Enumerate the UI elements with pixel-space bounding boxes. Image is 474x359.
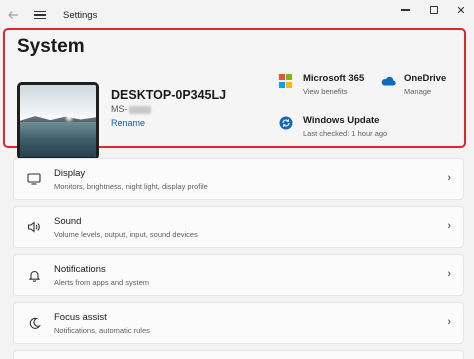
system-overview-panel: System DESKTOP-0P345LJ MS- Rename Micros… (3, 28, 466, 160)
chevron-right-icon: › (447, 220, 451, 232)
settings-item-focus-assist[interactable]: Focus assist Notifications, automatic ru… (13, 302, 464, 344)
device-model-prefix: MS- (111, 104, 128, 114)
onedrive-subtitle: Manage (404, 87, 432, 96)
maximize-button[interactable] (419, 0, 449, 20)
rename-link[interactable]: Rename (111, 118, 145, 128)
device-model: MS- (111, 104, 151, 114)
settings-item-title: Notifications (54, 264, 106, 275)
close-icon: ✕ (456, 4, 466, 17)
settings-item-subtitle: Volume levels, output, input, sound devi… (54, 230, 198, 239)
settings-item-subtitle: Monitors, brightness, night light, displ… (54, 182, 208, 191)
settings-item-title: Sound (54, 216, 82, 227)
device-name: DESKTOP-0P345LJ (111, 88, 227, 102)
windows-update-icon (279, 116, 293, 130)
settings-item-subtitle: Alerts from apps and system (54, 278, 150, 287)
minimize-icon (400, 9, 410, 11)
settings-item-subtitle: Notifications, automatic rules (54, 326, 150, 335)
moon-icon (26, 315, 42, 331)
minimize-button[interactable] (390, 0, 420, 20)
back-arrow-icon[interactable] (4, 6, 22, 24)
settings-item-display[interactable]: Display Monitors, brightness, night ligh… (13, 158, 464, 200)
settings-item-notifications[interactable]: Notifications Alerts from apps and syste… (13, 254, 464, 296)
windows-update-title: Windows Update (303, 115, 380, 126)
bell-icon (26, 267, 42, 283)
settings-item-title: Display (54, 168, 86, 179)
windows-update-subtitle: Last checked: 1 hour ago (303, 129, 388, 138)
device-wallpaper-thumbnail (17, 82, 99, 160)
maximize-icon (430, 6, 438, 14)
ms365-title: Microsoft 365 (303, 73, 365, 84)
monitor-icon (26, 171, 42, 187)
onedrive-title: OneDrive (404, 73, 447, 84)
app-title: Settings (63, 10, 98, 21)
speaker-icon (26, 219, 42, 235)
chevron-right-icon: › (447, 172, 451, 184)
redacted-model-number (128, 105, 151, 114)
microsoft-logo-icon (279, 74, 293, 88)
chevron-right-icon: › (447, 268, 451, 280)
close-button[interactable]: ✕ (446, 0, 474, 20)
settings-item-sound[interactable]: Sound Volume levels, output, input, soun… (13, 206, 464, 248)
onedrive-cloud-icon (380, 74, 396, 88)
ms365-subtitle: View benefits (303, 87, 348, 96)
hamburger-menu-icon[interactable] (30, 6, 50, 24)
chevron-right-icon: › (447, 316, 451, 328)
settings-item-partial[interactable] (13, 350, 464, 359)
title-bar: Settings ✕ (0, 0, 474, 30)
settings-item-title: Focus assist (54, 312, 107, 323)
page-title: System (17, 36, 85, 57)
